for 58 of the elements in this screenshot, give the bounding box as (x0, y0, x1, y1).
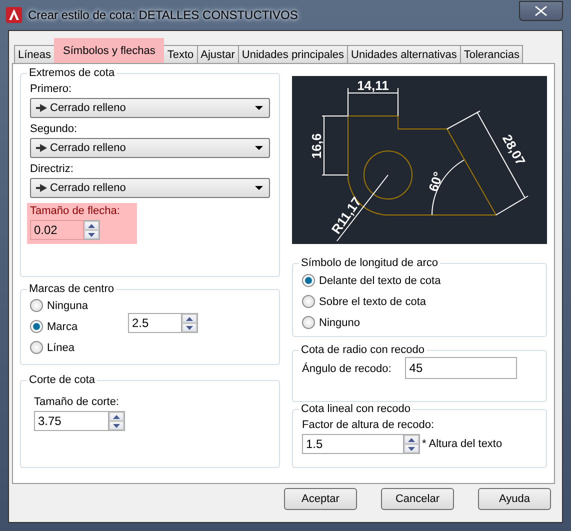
tab[interactable]: Texto (163, 45, 198, 63)
app-logo-icon (6, 7, 22, 23)
radio-label[interactable]: Línea (47, 342, 75, 354)
radio-label[interactable]: Ninguna (47, 300, 88, 312)
tab[interactable]: Unidades alternativas (347, 45, 461, 63)
radio-button[interactable] (302, 295, 315, 308)
spin-field[interactable]: 2.5 (128, 313, 182, 333)
group-title: Marcas de centro (28, 283, 115, 295)
radio-button[interactable] (302, 274, 315, 287)
radio-button[interactable] (30, 299, 43, 312)
hole-circle (364, 150, 412, 200)
dialog-button[interactable]: Cancelar (381, 488, 454, 510)
tab[interactable]: Líneas (14, 45, 56, 63)
field-label: Tamaño de corte: (34, 396, 120, 408)
tab[interactable]: Tolerancias (460, 45, 524, 63)
dropdown[interactable]: Cerrado relleno (30, 98, 270, 118)
arrowhead-icon (36, 144, 47, 152)
window-title: Crear estilo de cota: DETALLES CONSTUCTIVOS (28, 8, 298, 22)
dialog-button[interactable]: Aceptar (284, 488, 357, 510)
field-label: Factor de altura de recodo: (302, 419, 436, 431)
group-title: Extremos de cota (28, 67, 116, 79)
spin-field[interactable]: 3.75 (34, 411, 109, 431)
spin-field[interactable]: 1.5 (302, 434, 404, 454)
dimension-text: 60° (426, 170, 446, 194)
group-title: Corte de cota (28, 374, 96, 386)
radio-button[interactable] (30, 341, 43, 354)
tab[interactable]: Unidades principales (238, 45, 348, 63)
tab[interactable]: Ajustar (196, 45, 239, 63)
field-label: Ángulo de recodo: (302, 362, 392, 374)
arrowhead-icon (36, 184, 47, 192)
arrowhead-icon (36, 104, 47, 112)
spin-field[interactable]: 0.02 (30, 220, 84, 240)
input-field[interactable]: 45 (405, 357, 518, 379)
field-label: Segundo: (30, 123, 78, 135)
dialog-button[interactable]: Ayuda (478, 488, 551, 510)
radio-label[interactable]: Marca (47, 320, 78, 332)
caret-icon (255, 146, 263, 150)
radio-button[interactable] (302, 316, 315, 329)
group-title: Cota lineal con recodo (300, 403, 412, 415)
tab[interactable]: Símbolos y flechas (54, 38, 164, 63)
close-icon (535, 6, 547, 16)
radio-button[interactable] (30, 320, 43, 333)
field-label: Tamaño de flecha: (30, 205, 121, 217)
radio-label[interactable]: Sobre el texto de cota (319, 296, 426, 308)
caret-icon (255, 106, 263, 110)
caret-icon (255, 186, 263, 190)
dimension-text: 16,6 (309, 133, 324, 159)
dimension-text: 14,11 (357, 78, 389, 93)
dropdown[interactable]: Cerrado relleno (30, 138, 270, 158)
radio-label[interactable]: Delante del texto de cota (319, 274, 441, 286)
field-label: Primero: (30, 83, 73, 95)
radio-label[interactable]: Ninguno (319, 316, 360, 328)
field-suffix: * Altura del texto (422, 438, 502, 450)
group-title: Cota de radio con recodo (300, 344, 426, 356)
dropdown[interactable]: Cerrado relleno (30, 178, 270, 198)
close-button[interactable] (519, 1, 563, 21)
group-title: Símbolo de longitud de arco (300, 257, 439, 269)
field-label: Directriz: (30, 163, 74, 175)
